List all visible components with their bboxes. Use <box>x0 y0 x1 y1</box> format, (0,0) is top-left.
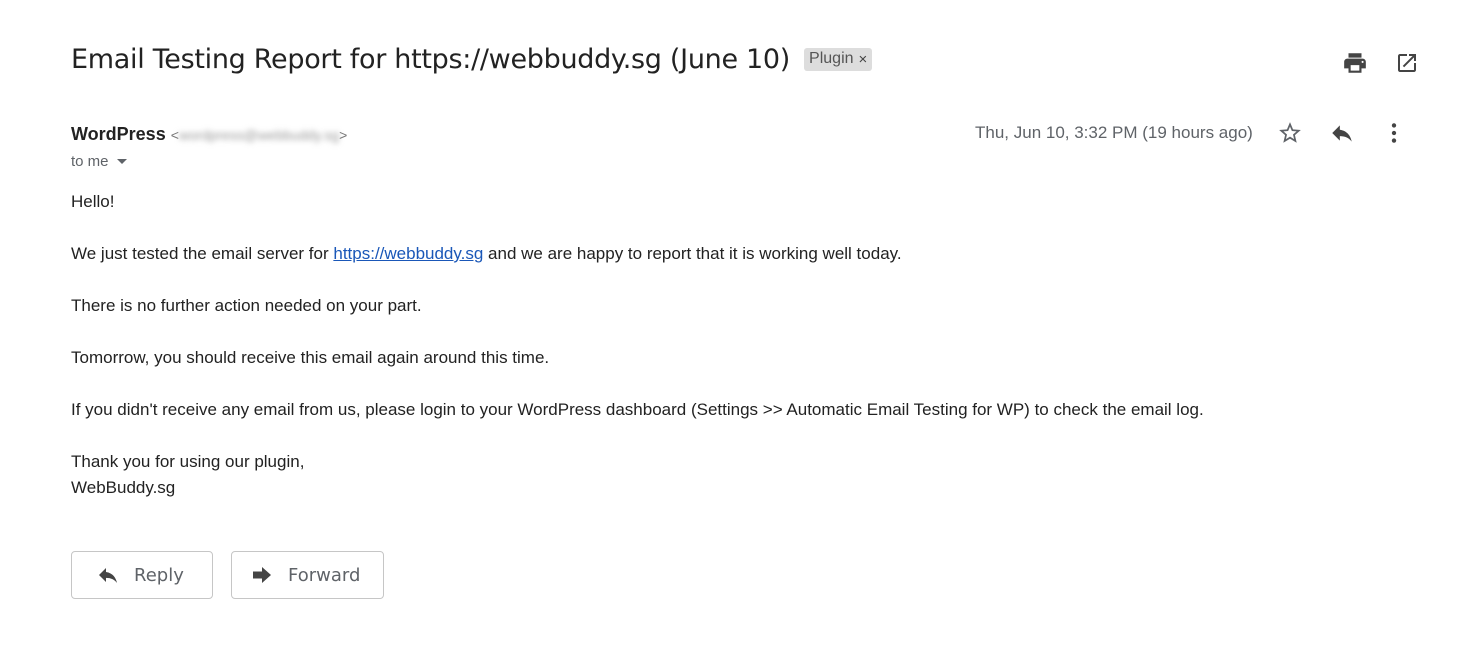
email-subject: Email Testing Report for https://webbudd… <box>71 44 791 75</box>
star-icon <box>1278 122 1301 143</box>
forward-button-label: Forward <box>288 564 361 586</box>
reply-icon-button[interactable] <box>1329 120 1355 146</box>
open-in-new-window-button[interactable] <box>1394 50 1420 76</box>
more-vertical-icon <box>1391 123 1396 143</box>
reply-button-label: Reply <box>134 564 184 586</box>
body-paragraph-1: We just tested the email server for http… <box>71 241 1204 267</box>
signoff: Thank you for using our plugin, <box>71 452 305 471</box>
body-text-segment: We just tested the email server for <box>71 244 334 263</box>
website-link[interactable]: https://webbuddy.sg <box>333 244 483 263</box>
reply-icon <box>1332 125 1352 142</box>
sender-info: WordPress <wordpress@webbuddy.sg> <box>71 124 347 145</box>
remove-label-icon[interactable]: × <box>859 51 868 68</box>
body-text-segment: and we are happy to report that it is wo… <box>483 244 902 263</box>
email-body: Hello! We just tested the email server f… <box>71 189 1204 501</box>
open-in-new-window-icon <box>1398 54 1416 72</box>
label-chip-plugin[interactable]: Plugin × <box>804 48 873 71</box>
body-paragraph-3: Tomorrow, you should receive this email … <box>71 348 550 367</box>
sender-email-address: wordpress@webbuddy.sg <box>178 127 340 143</box>
recipient-details-toggle[interactable]: to me <box>71 153 127 170</box>
forward-icon <box>253 567 271 583</box>
print-icon <box>1344 53 1366 73</box>
reply-icon <box>99 568 117 583</box>
signature: WebBuddy.sg <box>71 478 176 497</box>
message-actions: Reply Forward <box>71 551 384 599</box>
label-chip-text: Plugin <box>809 50 854 67</box>
email-header: Email Testing Report for https://webbudd… <box>71 44 873 75</box>
message-date: Thu, Jun 10, 3:32 PM (19 hours ago) <box>975 123 1253 142</box>
body-paragraph-4: If you didn't receive any email from us,… <box>71 400 1204 419</box>
more-options-button[interactable] <box>1381 120 1407 146</box>
forward-button[interactable]: Forward <box>231 551 384 599</box>
sender-email: <wordpress@webbuddy.sg> <box>170 127 348 143</box>
header-toolbar <box>1342 50 1420 76</box>
recipient-label: to me <box>71 153 109 170</box>
greeting: Hello! <box>71 192 115 211</box>
chevron-down-icon <box>116 159 127 164</box>
message-meta: Thu, Jun 10, 3:32 PM (19 hours ago) <box>975 120 1407 146</box>
reply-button[interactable]: Reply <box>71 551 213 599</box>
sender-name: WordPress <box>71 124 166 144</box>
star-button[interactable] <box>1277 120 1303 146</box>
body-paragraph-2: There is no further action needed on you… <box>71 296 422 315</box>
print-button[interactable] <box>1342 50 1368 76</box>
